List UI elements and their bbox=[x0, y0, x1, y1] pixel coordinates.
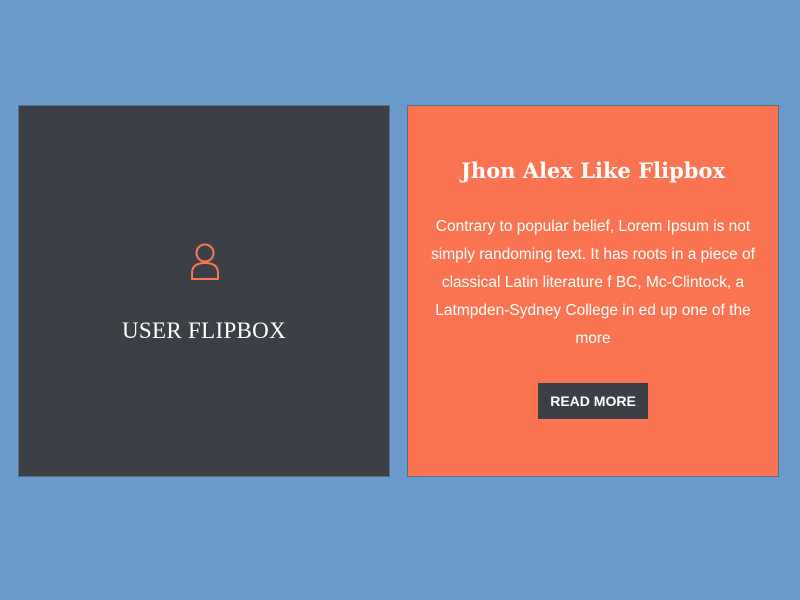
back-title: Jhon Alex Like Flipbox bbox=[461, 158, 725, 183]
read-more-button[interactable]: READ MORE bbox=[538, 383, 648, 419]
front-title: USER FLIPBOX bbox=[122, 318, 286, 343]
back-description: Contrary to popular belief, Lorem Ipsum … bbox=[431, 218, 755, 347]
flipbox-front-card[interactable]: USER FLIPBOX bbox=[18, 105, 390, 477]
flipbox-back-card: Jhon Alex Like Flipbox Contrary to popul… bbox=[407, 105, 779, 477]
user-icon bbox=[190, 243, 220, 281]
